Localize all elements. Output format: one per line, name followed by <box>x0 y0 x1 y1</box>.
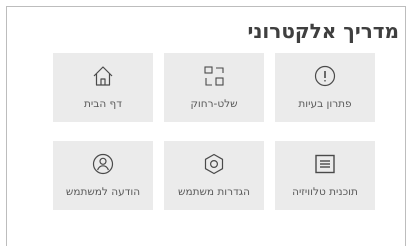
page-title: מדריך אלקטרוני <box>247 19 399 43</box>
info-circle-icon <box>314 65 336 87</box>
tile-label: שלט-רחוק <box>190 98 238 110</box>
tile-home[interactable]: דף הבית <box>53 53 153 122</box>
tile-label: הגדרות משתמש <box>178 186 250 198</box>
user-icon <box>92 153 114 175</box>
tile-tv-guide[interactable]: תוכנית טלוויזיה <box>275 141 375 210</box>
remote-control-icon <box>203 65 225 87</box>
tile-label: פתרון בעיות <box>298 98 352 110</box>
tile-label: דף הבית <box>84 98 122 110</box>
tile-user-notice[interactable]: הודעה למשתמש <box>53 141 153 210</box>
tile-user-settings[interactable]: הגדרות משתמש <box>164 141 264 210</box>
tile-label: תוכנית טלוויזיה <box>292 186 358 198</box>
tile-troubleshooting[interactable]: פתרון בעיות <box>275 53 375 122</box>
home-icon <box>92 65 114 87</box>
hexagon-settings-icon <box>203 153 225 175</box>
tile-remote-control[interactable]: שלט-רחוק <box>164 53 264 122</box>
tv-guide-icon <box>314 153 336 175</box>
tile-label: הודעה למשתמש <box>65 186 141 198</box>
e-manual-panel: מדריך אלקטרוני פתרון בעיות שלט-רחוק דף ה… <box>6 6 406 246</box>
